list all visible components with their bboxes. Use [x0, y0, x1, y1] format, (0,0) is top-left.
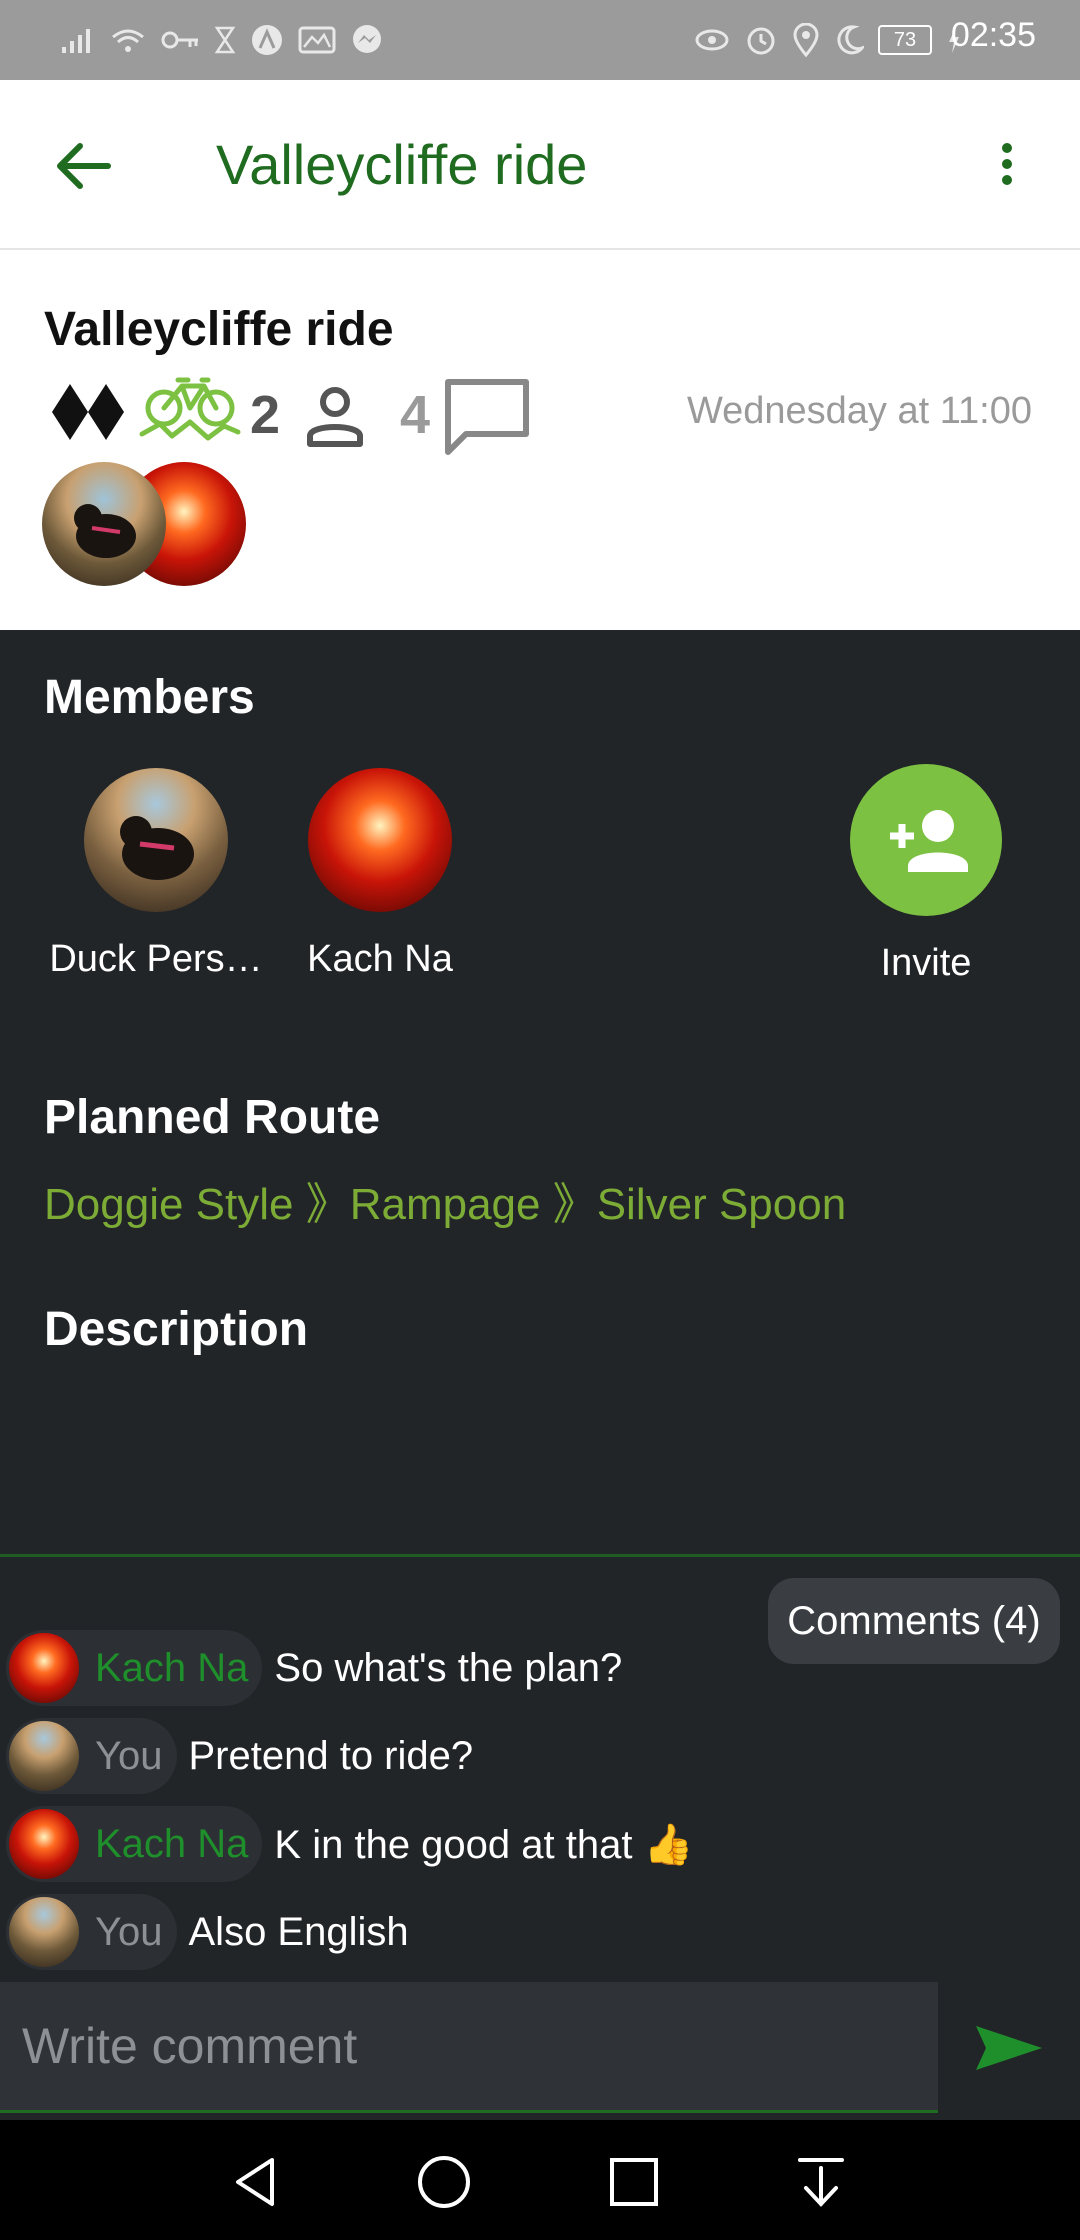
comments-divider: [0, 1554, 1080, 1557]
comment-avatar: [9, 1809, 79, 1879]
hourglass-icon: [214, 26, 236, 54]
system-nav-bar: [0, 2120, 1080, 2240]
comments-chip[interactable]: Comments (4): [768, 1578, 1060, 1664]
planned-route-title: Planned Route: [44, 1091, 381, 1144]
person-add-icon: [890, 810, 968, 872]
messenger-icon: [353, 25, 381, 53]
comment-author: You: [95, 1733, 163, 1778]
location-icon: [793, 23, 819, 57]
clock: 02:35: [950, 16, 1036, 54]
participant-avatar-duck: [42, 462, 166, 586]
signal-icon: [62, 29, 90, 53]
ride-date: Wednesday at 11:00: [686, 390, 1032, 432]
comment-text: So what's the plan?: [274, 1645, 623, 1690]
wifi-icon: [112, 29, 144, 52]
member-avatar-duck[interactable]: [84, 768, 228, 912]
comment-author: Kach Na: [95, 1821, 249, 1866]
comment-text: Also English: [188, 1909, 409, 1954]
back-button[interactable]: [52, 138, 116, 194]
planned-route-trails[interactable]: Doggie Style 》Rampage 》Silver Spoon: [44, 1168, 846, 1232]
double-black-diamond-icon: [52, 384, 124, 440]
comment-item: You Pretend to ride?: [6, 1718, 473, 1794]
moon-icon: [837, 25, 864, 55]
comment-text: Pretend to ride?: [188, 1733, 474, 1778]
app-a-icon: [252, 25, 282, 55]
nav-home-icon[interactable]: [416, 2154, 472, 2210]
comment-avatar: [9, 1897, 79, 1967]
comment-item: You Also English: [6, 1894, 409, 1970]
battery-indicator: 73: [878, 25, 932, 55]
send-icon: [976, 2026, 1042, 2070]
status-icons-right: 73: [694, 20, 962, 60]
nav-notification-shade-icon[interactable]: [796, 2154, 846, 2210]
more-options-button[interactable]: [992, 140, 1022, 196]
ride-header-card: Valleycliffe ride 2 4 Wednesday at 11:00: [0, 250, 1080, 630]
app-bar: Valleycliffe ride: [0, 80, 1080, 250]
vpn-key-icon: [161, 31, 198, 49]
member-name-kach: Kach Na: [307, 938, 453, 980]
eye-icon: [695, 29, 729, 51]
comment-text: K in the good at that 👍: [274, 1822, 694, 1867]
app-bar-title: Valleycliffe ride: [216, 133, 588, 196]
comment-avatar: [9, 1721, 79, 1791]
member-avatar-kach[interactable]: [308, 768, 452, 912]
nav-recents-icon[interactable]: [608, 2156, 660, 2208]
comment-author-chip[interactable]: Kach Na: [6, 1806, 263, 1882]
members-title: Members: [44, 671, 255, 724]
gallery-mail-icon: [298, 26, 336, 54]
comment-author-chip[interactable]: You: [6, 1718, 177, 1794]
comment-item: Kach Na K in the good at that 👍: [6, 1806, 693, 1882]
description-title: Description: [44, 1303, 309, 1356]
nav-back-icon[interactable]: [230, 2154, 280, 2210]
status-bar: 73 02:35: [0, 0, 1080, 80]
status-icons-left: [60, 20, 384, 60]
alarm-icon: [747, 27, 775, 55]
dog-photo: [74, 504, 136, 558]
mountain-bike-icon: [139, 377, 241, 441]
invite-button[interactable]: [850, 764, 1002, 916]
comment-input[interactable]: [0, 1982, 938, 2110]
comment-author: You: [95, 1909, 163, 1954]
dog-photo: [120, 816, 194, 880]
ride-title: Valleycliffe ride: [44, 303, 394, 356]
comments-count: 4: [400, 385, 431, 445]
comment-author-chip[interactable]: Kach Na: [6, 1630, 263, 1706]
more-vertical-icon: [1002, 143, 1012, 185]
invite-label: Invite: [880, 942, 972, 984]
comment-bubble-icon: [445, 379, 529, 455]
comment-input-container: [0, 1982, 938, 2113]
send-button[interactable]: [968, 2008, 1048, 2088]
arrow-back-icon: [57, 143, 111, 189]
person-icon: [307, 387, 363, 447]
comment-author-chip[interactable]: You: [6, 1894, 177, 1970]
comment-item: Kach Na So what's the plan?: [6, 1630, 622, 1706]
member-name-duck: Duck Pers…: [49, 938, 263, 980]
participants-count: 2: [250, 385, 281, 445]
comment-avatar: [9, 1633, 79, 1703]
comment-author: Kach Na: [95, 1645, 249, 1690]
